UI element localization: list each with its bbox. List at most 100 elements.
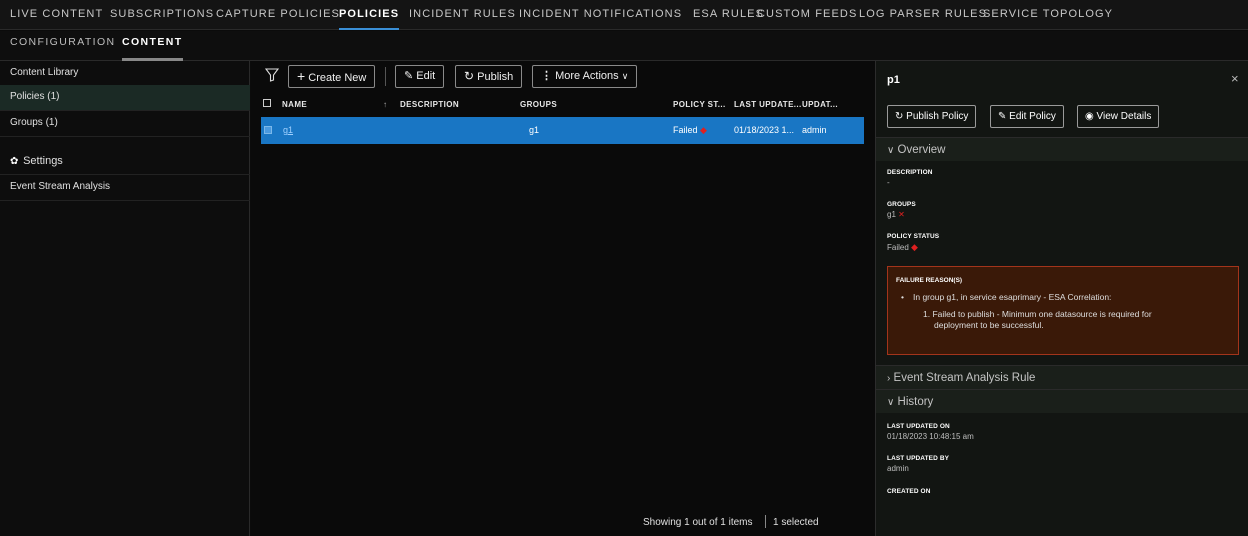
nav-custom-feeds[interactable]: CUSTOM FEEDS <box>757 0 857 30</box>
filter-icon[interactable] <box>265 68 279 82</box>
sidebar-item-label: Content Library <box>10 67 79 78</box>
selected-count: 1 selected <box>773 517 819 528</box>
last-updated-on-label: LAST UPDATED ON <box>887 423 950 430</box>
column-header-last-updated[interactable]: LAST UPDATE... <box>734 100 802 109</box>
tab-content[interactable]: CONTENT <box>122 31 183 61</box>
table-footer: Showing 1 out of 1 items 1 selected <box>251 510 875 536</box>
chevron-down-icon: ∨ <box>887 145 895 156</box>
edit-button[interactable]: ✎ Edit <box>395 65 445 88</box>
sidebar-item-content-library[interactable]: Content Library <box>0 61 250 87</box>
description-value: - <box>887 178 890 187</box>
policy-updated-by: admin <box>802 125 827 135</box>
plus-icon: + <box>297 68 306 84</box>
failure-line-1: In group g1, in service esaprimary - ESA… <box>913 292 1112 302</box>
policy-status-value: Failed <box>887 243 909 252</box>
close-icon[interactable]: × <box>1231 71 1239 86</box>
publish-label: Publish <box>477 71 514 83</box>
policy-name-link[interactable]: g1 <box>283 125 293 135</box>
groups-label: GROUPS <box>887 201 916 208</box>
edit-icon: ✎ <box>998 111 1007 122</box>
sub-navigation: CONFIGURATION CONTENT <box>0 31 1248 61</box>
column-header-groups[interactable]: GROUPS <box>520 100 557 109</box>
sidebar-item-label: Groups (1) <box>10 117 58 128</box>
nav-log-parser-rules[interactable]: LOG PARSER RULES <box>859 0 987 30</box>
overview-section-header[interactable]: ∨ Overview <box>876 137 1248 161</box>
sort-ascending-icon[interactable]: ↑ <box>383 100 387 109</box>
select-all-checkbox[interactable] <box>263 99 271 107</box>
nav-esa-rules[interactable]: ESA RULES <box>693 0 764 30</box>
column-header-name[interactable]: NAME <box>282 100 307 109</box>
table-header: NAME ↑ DESCRIPTION GROUPS POLICY ST... L… <box>261 94 864 116</box>
policy-details-panel: p1 × ↻ Publish Policy ✎ Edit Policy ◉ Vi… <box>875 61 1248 536</box>
edit-policy-label: Edit Policy <box>1009 111 1056 122</box>
overview-content: DESCRIPTION - GROUPS g1 ✕ POLICY STATUS … <box>887 169 1227 259</box>
history-label: History <box>897 396 934 408</box>
column-header-policy-status[interactable]: POLICY ST... <box>673 100 726 109</box>
nav-capture-policies[interactable]: CAPTURE POLICIES <box>216 0 340 30</box>
gear-icon: ✿ <box>10 156 19 167</box>
row-checkbox[interactable] <box>264 126 272 134</box>
failure-reason-box: FAILURE REASON(S) • In group g1, in serv… <box>887 266 1239 355</box>
column-header-description[interactable]: DESCRIPTION <box>400 100 459 109</box>
policies-list-panel: + Create New ✎ Edit ↻ Publish ⋮ More Act… <box>251 61 875 536</box>
policy-groups: g1 <box>529 125 540 135</box>
failure-line-3: deployment to be successful. <box>934 320 1044 330</box>
eye-icon: ◉ <box>1085 111 1094 122</box>
description-label: DESCRIPTION <box>887 169 933 176</box>
refresh-icon: ↻ <box>895 111 904 122</box>
view-details-button[interactable]: ◉ View Details <box>1077 105 1160 128</box>
create-new-button[interactable]: + Create New <box>288 65 376 88</box>
column-header-updated-by[interactable]: UPDAT... <box>802 100 838 109</box>
publish-policy-button[interactable]: ↻ Publish Policy <box>887 105 977 128</box>
nav-live-content[interactable]: LIVE CONTENT <box>10 0 103 30</box>
more-actions-button[interactable]: ⋮ More Actions ∨ <box>532 65 638 88</box>
history-section-header[interactable]: ∨ History <box>876 389 1248 413</box>
nav-incident-notifications[interactable]: INCIDENT NOTIFICATIONS <box>519 0 682 30</box>
details-title: p1 <box>887 74 900 86</box>
edit-icon: ✎ <box>404 70 414 82</box>
table-row[interactable]: g1 g1 Failed ◆ 01/18/2023 1... admin <box>261 117 864 144</box>
failure-line-2: 1. Failed to publish - Minimum one datas… <box>923 309 1152 319</box>
chevron-down-icon: ∨ <box>621 71 629 81</box>
sidebar-item-label: Settings <box>23 155 63 167</box>
sidebar-item-label: Policies (1) <box>10 91 60 102</box>
groups-value: g1 <box>887 210 896 219</box>
content-sidebar: Content Library Policies (1) Groups (1) … <box>0 61 250 536</box>
edit-policy-button[interactable]: ✎ Edit Policy <box>990 105 1064 128</box>
nav-incident-rules[interactable]: INCIDENT RULES <box>409 0 516 30</box>
policy-status-label: POLICY STATUS <box>887 233 940 240</box>
sidebar-item-policies[interactable]: Policies (1) <box>0 85 250 111</box>
esa-rule-section-header[interactable]: › Event Stream Analysis Rule <box>876 365 1248 389</box>
policy-status-text: Failed <box>673 125 698 135</box>
showing-count: Showing 1 out of 1 items <box>643 517 753 528</box>
overview-label: Overview <box>897 144 946 156</box>
chevron-down-icon: ∨ <box>887 397 895 408</box>
sidebar-item-event-stream-analysis[interactable]: Event Stream Analysis <box>0 175 250 201</box>
refresh-icon: ↻ <box>464 69 475 83</box>
more-vertical-icon: ⋮ <box>541 70 552 82</box>
nav-service-topology[interactable]: SERVICE TOPOLOGY <box>983 0 1113 30</box>
footer-divider <box>765 515 766 528</box>
chevron-right-icon: › <box>887 373 891 384</box>
tab-configuration[interactable]: CONFIGURATION <box>10 31 116 61</box>
policy-status: Failed ◆ <box>673 125 707 136</box>
toolbar-divider <box>385 67 386 86</box>
created-on-label: CREATED ON <box>887 488 931 495</box>
sidebar-item-groups[interactable]: Groups (1) <box>0 111 250 137</box>
nav-subscriptions[interactable]: SUBSCRIPTIONS <box>110 0 214 30</box>
failure-title: FAILURE REASON(S) <box>896 277 963 284</box>
more-actions-label: More Actions <box>555 70 619 82</box>
nav-policies[interactable]: POLICIES <box>339 0 400 30</box>
publish-button[interactable]: ↻ Publish <box>455 65 523 88</box>
sidebar-item-settings[interactable]: ✿ Settings <box>0 149 250 175</box>
history-content: LAST UPDATED ON 01/18/2023 10:48:15 am L… <box>887 423 1227 533</box>
top-navigation: LIVE CONTENT SUBSCRIPTIONS CAPTURE POLIC… <box>0 0 1248 30</box>
failed-status-icon: ◆ <box>700 125 707 135</box>
publish-policy-label: Publish Policy <box>906 111 969 122</box>
esa-rule-label: Event Stream Analysis Rule <box>893 372 1036 384</box>
last-updated-by-value: admin <box>887 464 909 473</box>
view-details-label: View Details <box>1096 111 1152 122</box>
edit-label: Edit <box>416 70 436 82</box>
failure-bullet: • <box>901 292 904 302</box>
create-new-label: Create New <box>308 72 367 84</box>
